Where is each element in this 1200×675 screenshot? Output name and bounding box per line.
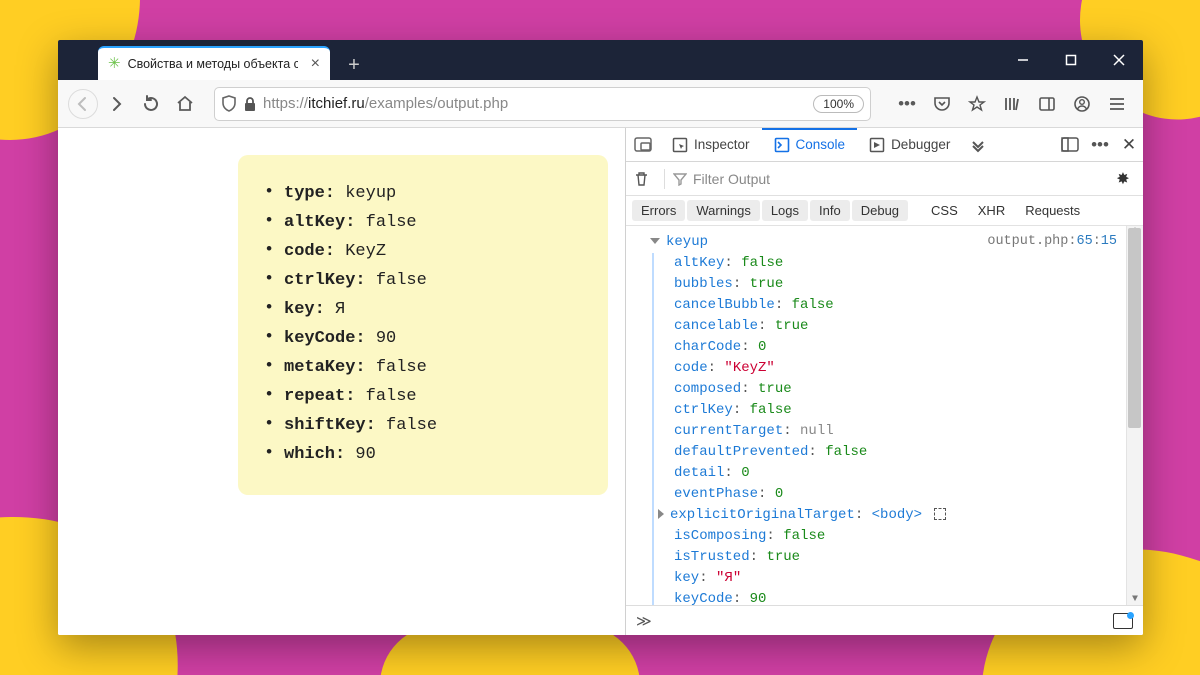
console-property[interactable]: ctrlKey: false bbox=[674, 400, 1135, 421]
lock-icon[interactable] bbox=[243, 96, 257, 112]
console-property[interactable]: currentTarget: null bbox=[674, 421, 1135, 442]
console-property[interactable]: detail: 0 bbox=[674, 463, 1135, 484]
devtools-tabstrip: Inspector Console Debugger ••• bbox=[626, 128, 1143, 162]
console-categories: Errors Warnings Logs Info Debug CSS XHR … bbox=[626, 196, 1143, 226]
close-button[interactable] bbox=[1095, 40, 1143, 80]
devtools-dock-icon[interactable] bbox=[1055, 130, 1085, 160]
window-controls bbox=[999, 40, 1143, 80]
event-property: code: KeyZ bbox=[264, 237, 582, 266]
library-icon[interactable] bbox=[996, 89, 1028, 119]
split-console-icon[interactable] bbox=[1113, 613, 1133, 629]
console-filterbar: Filter Output ✸ bbox=[626, 162, 1143, 196]
browser-tab[interactable]: ✳ Свойства и методы объекта с × bbox=[98, 46, 330, 80]
home-button[interactable] bbox=[170, 89, 200, 119]
cat-requests[interactable]: Requests bbox=[1016, 200, 1089, 221]
content-area: type: keyupaltKey: falsecode: KeyZctrlKe… bbox=[58, 128, 1143, 635]
console-property[interactable]: isComposing: false bbox=[674, 526, 1135, 547]
console-property[interactable]: composed: true bbox=[674, 379, 1135, 400]
tabstrip: ✳ Свойства и методы объекта с × + bbox=[58, 40, 370, 80]
devtools-panel: Inspector Console Debugger ••• bbox=[625, 128, 1143, 635]
debugger-icon bbox=[869, 137, 885, 153]
cat-css[interactable]: CSS bbox=[922, 200, 967, 221]
zoom-badge[interactable]: 100% bbox=[813, 95, 864, 113]
back-button[interactable] bbox=[68, 89, 98, 119]
minimize-button[interactable] bbox=[999, 40, 1047, 80]
favicon-icon: ✳ bbox=[108, 54, 121, 72]
cat-debug[interactable]: Debug bbox=[852, 200, 908, 221]
event-property: ctrlKey: false bbox=[264, 266, 582, 295]
page-viewport[interactable]: type: keyupaltKey: falsecode: KeyZctrlKe… bbox=[58, 128, 625, 635]
console-property[interactable]: cancelBubble: false bbox=[674, 295, 1135, 316]
disclosure-down-icon[interactable] bbox=[650, 238, 660, 244]
pocket-icon[interactable] bbox=[926, 89, 958, 119]
devtools-menu-icon[interactable]: ••• bbox=[1085, 130, 1115, 160]
url-text: https://itchief.ru/examples/output.php bbox=[263, 95, 803, 112]
browser-window: ✳ Свойства и методы объекта с × + bbox=[58, 40, 1143, 635]
cat-warnings[interactable]: Warnings bbox=[687, 200, 759, 221]
cat-xhr[interactable]: XHR bbox=[969, 200, 1014, 221]
new-tab-button[interactable]: + bbox=[338, 50, 370, 80]
console-property[interactable]: eventPhase: 0 bbox=[674, 484, 1135, 505]
tab-close-icon[interactable]: × bbox=[311, 55, 320, 73]
devtools-close-icon[interactable]: ✕ bbox=[1115, 135, 1143, 155]
filter-icon bbox=[673, 172, 687, 186]
iframe-picker-icon[interactable] bbox=[626, 128, 660, 161]
inspector-icon bbox=[672, 137, 688, 153]
reload-button[interactable] bbox=[136, 89, 166, 119]
console-property[interactable]: keyCode: 90 bbox=[674, 589, 1135, 605]
event-property: keyCode: 90 bbox=[264, 324, 582, 353]
console-input-row[interactable]: ≫ bbox=[626, 605, 1143, 635]
tab-debugger[interactable]: Debugger bbox=[857, 128, 962, 161]
console-icon bbox=[774, 137, 790, 153]
console-property[interactable]: isTrusted: true bbox=[674, 547, 1135, 568]
console-property[interactable]: cancelable: true bbox=[674, 316, 1135, 337]
sidebar-icon[interactable] bbox=[1031, 89, 1063, 119]
menu-button[interactable] bbox=[1101, 89, 1133, 119]
cat-logs[interactable]: Logs bbox=[762, 200, 808, 221]
event-property: altKey: false bbox=[264, 208, 582, 237]
event-property: type: keyup bbox=[264, 179, 582, 208]
node-highlight-icon[interactable] bbox=[934, 508, 946, 520]
bookmark-icon[interactable] bbox=[961, 89, 993, 119]
console-prompt-icon: ≫ bbox=[636, 612, 652, 630]
disclosure-right-icon[interactable] bbox=[658, 509, 664, 519]
event-property: repeat: false bbox=[264, 382, 582, 411]
console-property[interactable]: code: "KeyZ" bbox=[674, 358, 1135, 379]
account-icon[interactable] bbox=[1066, 89, 1098, 119]
cat-errors[interactable]: Errors bbox=[632, 200, 685, 221]
console-property[interactable]: defaultPrevented: false bbox=[674, 442, 1135, 463]
console-output[interactable]: output.php:65:15 keyup altKey: falsebubb… bbox=[626, 226, 1143, 605]
tab-console[interactable]: Console bbox=[762, 128, 858, 161]
log-source-link[interactable]: output.php:65:15 bbox=[987, 232, 1117, 252]
console-property[interactable]: explicitOriginalTarget: <body> bbox=[674, 505, 1135, 526]
event-property: which: 90 bbox=[264, 440, 582, 469]
navbar: https://itchief.ru/examples/output.php 1… bbox=[58, 80, 1143, 128]
tab-title: Свойства и методы объекта с bbox=[128, 57, 298, 71]
event-property: shiftKey: false bbox=[264, 411, 582, 440]
console-property[interactable]: charCode: 0 bbox=[674, 337, 1135, 358]
event-property: key: Я bbox=[264, 295, 582, 324]
maximize-button[interactable] bbox=[1047, 40, 1095, 80]
scrollbar-thumb[interactable] bbox=[1128, 228, 1141, 428]
toolbar-right: ••• bbox=[891, 89, 1133, 119]
forward-button[interactable] bbox=[102, 89, 132, 119]
titlebar: ✳ Свойства и методы объекта с × + bbox=[58, 40, 1143, 80]
url-bar[interactable]: https://itchief.ru/examples/output.php 1… bbox=[214, 87, 871, 121]
console-property[interactable]: bubbles: true bbox=[674, 274, 1135, 295]
event-property: metaKey: false bbox=[264, 353, 582, 382]
console-scrollbar[interactable]: ▲ ▼ bbox=[1126, 226, 1143, 605]
shield-icon[interactable] bbox=[221, 95, 237, 113]
tabs-overflow-icon[interactable] bbox=[962, 128, 994, 161]
console-property[interactable]: key: "Я" bbox=[674, 568, 1135, 589]
event-card: type: keyupaltKey: falsecode: KeyZctrlKe… bbox=[238, 155, 608, 495]
filter-input[interactable]: Filter Output bbox=[673, 171, 1103, 187]
tab-inspector[interactable]: Inspector bbox=[660, 128, 762, 161]
clear-console-icon[interactable] bbox=[634, 171, 656, 187]
console-settings-icon[interactable]: ✸ bbox=[1111, 169, 1135, 189]
page-actions-icon[interactable]: ••• bbox=[891, 89, 923, 119]
console-property[interactable]: altKey: false bbox=[674, 253, 1135, 274]
cat-info[interactable]: Info bbox=[810, 200, 850, 221]
